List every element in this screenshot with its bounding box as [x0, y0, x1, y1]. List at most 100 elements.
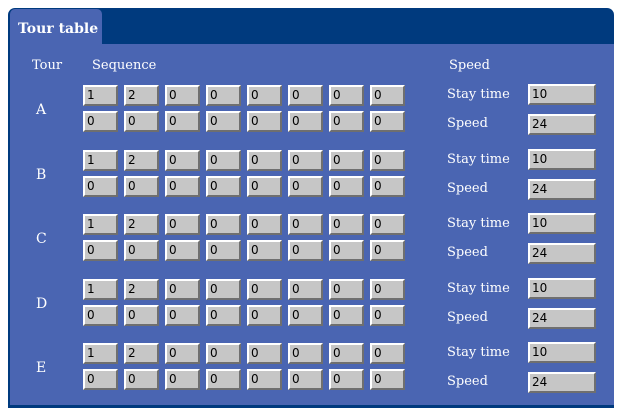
sequence-input[interactable]: 0 — [247, 85, 282, 106]
sequence-input[interactable]: 0 — [370, 369, 405, 390]
sequence-input[interactable]: 0 — [288, 176, 323, 197]
sequence-input[interactable]: 0 — [370, 150, 405, 171]
sequence-input[interactable]: 0 — [206, 214, 241, 235]
sequence-input[interactable]: 0 — [329, 176, 364, 197]
sequence-input[interactable]: 0 — [165, 279, 200, 300]
stay-time-input[interactable]: 10 — [528, 213, 596, 234]
sequence-input[interactable]: 0 — [124, 369, 159, 390]
sequence-input[interactable]: 0 — [247, 111, 282, 132]
sequence-input[interactable]: 0 — [370, 214, 405, 235]
sequence-input[interactable]: 0 — [288, 343, 323, 364]
sequence-input[interactable]: 0 — [370, 343, 405, 364]
sequence-input[interactable]: 0 — [206, 111, 241, 132]
sequence-input[interactable]: 0 — [206, 85, 241, 106]
stay-time-input[interactable]: 10 — [528, 342, 596, 363]
sequence-input[interactable]: 0 — [329, 279, 364, 300]
sequence-input[interactable]: 0 — [206, 279, 241, 300]
stay-time-input[interactable]: 10 — [528, 149, 596, 170]
sequence-input[interactable]: 0 — [206, 150, 241, 171]
sequence-input[interactable]: 0 — [83, 176, 118, 197]
sequence-input[interactable]: 0 — [247, 176, 282, 197]
sequence-input[interactable]: 0 — [370, 279, 405, 300]
sequence-input[interactable]: 2 — [124, 150, 159, 171]
sequence-input[interactable]: 0 — [329, 369, 364, 390]
sequence-value: 0 — [333, 282, 341, 296]
sequence-input[interactable]: 0 — [206, 369, 241, 390]
sequence-value: 0 — [251, 217, 259, 231]
sequence-input[interactable]: 1 — [83, 343, 118, 364]
speed-input[interactable]: 24 — [528, 114, 596, 135]
sequence-input[interactable]: 0 — [288, 279, 323, 300]
sequence-input[interactable]: 0 — [206, 176, 241, 197]
sequence-input[interactable]: 0 — [329, 111, 364, 132]
sequence-input[interactable]: 0 — [165, 85, 200, 106]
sequence-input[interactable]: 0 — [124, 305, 159, 326]
sequence-value: 0 — [333, 243, 341, 257]
sequence-input[interactable]: 0 — [165, 369, 200, 390]
sequence-input[interactable]: 0 — [370, 176, 405, 197]
sequence-value: 0 — [374, 372, 382, 386]
sequence-input[interactable]: 0 — [370, 305, 405, 326]
sequence-input[interactable]: 0 — [247, 240, 282, 261]
sequence-input[interactable]: 0 — [288, 150, 323, 171]
sequence-input[interactable]: 1 — [83, 279, 118, 300]
sequence-input[interactable]: 0 — [329, 85, 364, 106]
sequence-input[interactable]: 0 — [247, 214, 282, 235]
sequence-input[interactable]: 2 — [124, 279, 159, 300]
sequence-input[interactable]: 0 — [83, 369, 118, 390]
sequence-input[interactable]: 0 — [247, 305, 282, 326]
sequence-input[interactable]: 2 — [124, 214, 159, 235]
sequence-input[interactable]: 0 — [247, 369, 282, 390]
sequence-input[interactable]: 0 — [83, 305, 118, 326]
sequence-input[interactable]: 0 — [329, 240, 364, 261]
sequence-input[interactable]: 0 — [329, 305, 364, 326]
sequence-input[interactable]: 0 — [83, 240, 118, 261]
sequence-input[interactable]: 0 — [165, 305, 200, 326]
sequence-input[interactable]: 0 — [165, 343, 200, 364]
sequence-input[interactable]: 0 — [288, 214, 323, 235]
sequence-input[interactable]: 0 — [83, 111, 118, 132]
sequence-input[interactable]: 0 — [329, 343, 364, 364]
speed-input[interactable]: 24 — [528, 243, 596, 264]
sequence-value: 2 — [128, 217, 136, 231]
sequence-input[interactable]: 0 — [206, 343, 241, 364]
sequence-input[interactable]: 0 — [288, 111, 323, 132]
sequence-input[interactable]: 1 — [83, 214, 118, 235]
tab-tour-table[interactable]: Tour table — [10, 9, 102, 44]
sequence-input[interactable]: 0 — [165, 150, 200, 171]
sequence-input[interactable]: 2 — [124, 343, 159, 364]
sequence-input[interactable]: 0 — [247, 279, 282, 300]
stay-time-input[interactable]: 10 — [528, 278, 596, 299]
sequence-input[interactable]: 0 — [247, 150, 282, 171]
sequence-input[interactable]: 0 — [288, 369, 323, 390]
sequence-input[interactable]: 0 — [165, 111, 200, 132]
sequence-value: 0 — [210, 308, 218, 322]
sequence-input[interactable]: 0 — [206, 240, 241, 261]
sequence-input[interactable]: 0 — [370, 240, 405, 261]
speed-input[interactable]: 24 — [528, 372, 596, 393]
sequence-input[interactable]: 0 — [247, 343, 282, 364]
sequence-value: 0 — [169, 308, 177, 322]
sequence-input[interactable]: 0 — [165, 240, 200, 261]
sequence-input[interactable]: 0 — [329, 150, 364, 171]
sequence-input[interactable]: 0 — [124, 240, 159, 261]
sequence-input[interactable]: 0 — [288, 240, 323, 261]
sequence-input[interactable]: 1 — [83, 150, 118, 171]
sequence-input[interactable]: 0 — [288, 305, 323, 326]
sequence-value: 2 — [128, 346, 136, 360]
sequence-input[interactable]: 0 — [370, 111, 405, 132]
header-tour: Tour — [32, 58, 63, 73]
sequence-input[interactable]: 0 — [124, 176, 159, 197]
sequence-input[interactable]: 2 — [124, 85, 159, 106]
sequence-input[interactable]: 0 — [206, 305, 241, 326]
speed-input[interactable]: 24 — [528, 308, 596, 329]
sequence-input[interactable]: 1 — [83, 85, 118, 106]
speed-input[interactable]: 24 — [528, 179, 596, 200]
sequence-input[interactable]: 0 — [124, 111, 159, 132]
sequence-input[interactable]: 0 — [288, 85, 323, 106]
sequence-input[interactable]: 0 — [370, 85, 405, 106]
sequence-input[interactable]: 0 — [165, 214, 200, 235]
stay-time-input[interactable]: 10 — [528, 84, 596, 105]
sequence-input[interactable]: 0 — [165, 176, 200, 197]
sequence-input[interactable]: 0 — [329, 214, 364, 235]
